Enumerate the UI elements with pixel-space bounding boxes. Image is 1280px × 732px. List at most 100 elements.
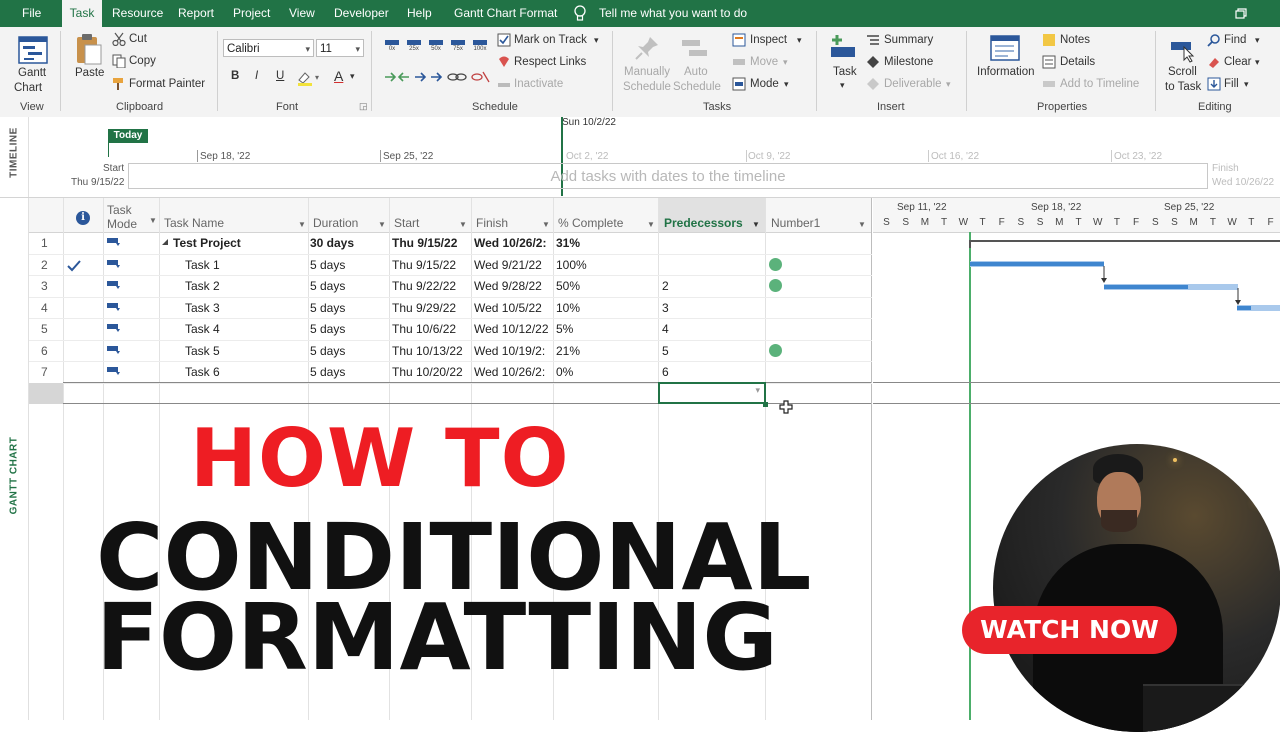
collapse-triangle-icon[interactable]: ◢ bbox=[162, 237, 168, 246]
fill-handle[interactable] bbox=[763, 402, 768, 407]
pct-25-button[interactable]: 25x bbox=[405, 38, 423, 56]
task-start[interactable]: Thu 10/13/22 bbox=[392, 344, 463, 358]
italic-button[interactable]: I bbox=[255, 70, 258, 82]
task-percent-complete[interactable]: 5% bbox=[556, 322, 573, 336]
row-id[interactable]: 7 bbox=[41, 365, 48, 379]
task-name[interactable]: Task 3 bbox=[185, 301, 220, 315]
chevron-down-icon: ▾ bbox=[946, 79, 951, 89]
task-finish[interactable]: Wed 10/5/22 bbox=[474, 301, 552, 315]
row-id[interactable]: 1 bbox=[41, 236, 48, 250]
task-finish[interactable]: Wed 10/12/22 bbox=[474, 322, 552, 336]
tab-view[interactable]: View bbox=[289, 0, 315, 27]
font-color-button[interactable]: A bbox=[334, 68, 343, 84]
task-name[interactable]: Task 1 bbox=[185, 258, 220, 272]
chevron-down-icon: ▾ bbox=[797, 35, 802, 45]
table-row[interactable]: 6 Task 5 5 days Thu 10/13/22 Wed 10/19/2: 21%… bbox=[29, 341, 872, 362]
task-duration[interactable]: 5 days bbox=[310, 279, 345, 293]
deliverable-icon bbox=[867, 78, 879, 90]
underline-button[interactable]: U bbox=[276, 70, 284, 82]
task-start[interactable]: Thu 9/29/22 bbox=[392, 301, 456, 315]
chevron-down-icon[interactable]: ▾ bbox=[755, 385, 760, 396]
task-percent-complete[interactable]: 31% bbox=[556, 236, 580, 250]
task-duration[interactable]: 5 days bbox=[310, 365, 345, 379]
tab-task[interactable]: Task bbox=[62, 0, 102, 27]
row-id[interactable]: 3 bbox=[41, 279, 48, 293]
font-family-select[interactable]: Calibri ▾ bbox=[223, 39, 314, 57]
task-start[interactable]: Thu 9/22/22 bbox=[392, 279, 456, 293]
task-percent-complete[interactable]: 50% bbox=[556, 279, 580, 293]
group-properties-label: Properties bbox=[1037, 101, 1088, 113]
table-row[interactable]: 4 Task 3 5 days Thu 9/29/22 Wed 10/5/22 10% 3 bbox=[29, 298, 872, 319]
restore-window-icon[interactable] bbox=[1235, 8, 1247, 19]
task-start[interactable]: Thu 9/15/22 bbox=[392, 236, 457, 250]
task-duration[interactable]: 5 days bbox=[310, 258, 345, 272]
task-start[interactable]: Thu 9/15/22 bbox=[392, 258, 456, 272]
task-name[interactable]: Test Project bbox=[173, 236, 241, 250]
pct-0-button[interactable]: 0x bbox=[383, 38, 401, 56]
task-percent-complete[interactable]: 10% bbox=[556, 301, 580, 315]
tab-help[interactable]: Help bbox=[407, 0, 432, 27]
tab-resource[interactable]: Resource bbox=[112, 0, 163, 27]
chart-label: Chart bbox=[14, 82, 43, 94]
pct-100-button[interactable]: 100x bbox=[471, 38, 489, 56]
task-duration[interactable]: 5 days bbox=[310, 301, 345, 315]
table-row[interactable]: 3 Task 2 5 days Thu 9/22/22 Wed 9/28/22 50% 2 bbox=[29, 276, 872, 298]
font-size-select[interactable]: 11 ▾ bbox=[316, 39, 364, 57]
presenter-beard bbox=[1101, 510, 1137, 532]
task-finish[interactable]: Wed 10/19/2: bbox=[474, 344, 552, 358]
summary-bar[interactable] bbox=[970, 240, 1280, 242]
task-label: Task bbox=[833, 66, 857, 78]
task-predecessors[interactable]: 5 bbox=[662, 344, 669, 358]
task-predecessors[interactable]: 6 bbox=[662, 365, 669, 379]
task-name[interactable]: Task 6 bbox=[185, 365, 220, 379]
info-column-icon[interactable]: i bbox=[76, 211, 90, 225]
task-percent-complete[interactable]: 0% bbox=[556, 365, 573, 379]
task-finish[interactable]: Wed 9/28/22 bbox=[474, 279, 552, 293]
task-finish[interactable]: Wed 10/26/2: bbox=[474, 365, 552, 379]
tab-gantt-chart-format[interactable]: Gantt Chart Format bbox=[454, 0, 557, 27]
table-row[interactable]: 2 Task 1 5 days Thu 9/15/22 Wed 9/21/22 100% bbox=[29, 255, 872, 276]
task-start[interactable]: Thu 10/20/22 bbox=[392, 365, 463, 379]
task-mode-header[interactable]: Task Mode bbox=[107, 203, 137, 237]
row-id[interactable]: 6 bbox=[41, 344, 48, 358]
tab-file[interactable]: File bbox=[22, 0, 41, 27]
task-duration[interactable]: 30 days bbox=[310, 236, 354, 250]
timeline-bar[interactable]: Add tasks with dates to the timeline bbox=[128, 163, 1208, 189]
highlight-color-button[interactable]: ▾ bbox=[296, 70, 322, 86]
task-predecessors[interactable]: 4 bbox=[662, 322, 669, 336]
presenter-video-circle[interactable] bbox=[993, 444, 1280, 732]
dialog-launcher-icon[interactable]: ◲ bbox=[359, 101, 368, 112]
predecessors-active-cell[interactable]: ▾ bbox=[658, 382, 766, 404]
task-finish[interactable]: Wed 9/21/22 bbox=[474, 258, 552, 272]
tab-project[interactable]: Project bbox=[233, 0, 270, 27]
row-id[interactable]: 4 bbox=[41, 301, 48, 315]
task-percent-complete[interactable]: 100% bbox=[556, 258, 587, 272]
task-name[interactable]: Task 5 bbox=[185, 344, 220, 358]
row-id[interactable]: 5 bbox=[41, 322, 48, 336]
watch-now-button[interactable]: WATCH NOW bbox=[962, 606, 1177, 654]
table-row[interactable]: 5 Task 4 5 days Thu 10/6/22 Wed 10/12/22 5% 4 bbox=[29, 319, 872, 341]
task-name[interactable]: Task 4 bbox=[185, 322, 220, 336]
task-finish[interactable]: Wed 10/26/2: bbox=[474, 236, 552, 250]
tab-report[interactable]: Report bbox=[178, 0, 214, 27]
task-start[interactable]: Thu 10/6/22 bbox=[392, 322, 456, 336]
table-row[interactable]: 7 Task 6 5 days Thu 10/20/22 Wed 10/26/2: 0% 6 bbox=[29, 362, 872, 384]
task-predecessors[interactable]: 3 bbox=[662, 301, 669, 315]
bold-button[interactable]: B bbox=[231, 70, 239, 82]
timeline-pane[interactable]: TIMELINE Today Sun 10/2/22 Sep 18, '22 S… bbox=[0, 117, 1280, 198]
schedule-link-icons[interactable] bbox=[383, 69, 493, 85]
task-duration[interactable]: 5 days bbox=[310, 344, 345, 358]
task-predecessors[interactable]: 2 bbox=[662, 279, 669, 293]
task-percent-complete[interactable]: 21% bbox=[556, 344, 580, 358]
row-header-selected[interactable] bbox=[29, 383, 63, 404]
auto-scheduled-icon bbox=[107, 345, 120, 354]
tell-me-search[interactable]: Tell me what you want to do bbox=[599, 0, 747, 27]
pct-50-button[interactable]: 50x bbox=[427, 38, 445, 56]
pct-75-button[interactable]: 75x bbox=[449, 38, 467, 56]
task-duration[interactable]: 5 days bbox=[310, 322, 345, 336]
row-id[interactable]: 2 bbox=[41, 258, 48, 272]
tab-developer[interactable]: Developer bbox=[334, 0, 389, 27]
predecessors-header[interactable]: Predecessors ▼ bbox=[658, 198, 765, 232]
table-row[interactable]: 1 ◢ Test Project 30 days Thu 9/15/22 Wed 10/2… bbox=[29, 233, 872, 255]
task-name[interactable]: Task 2 bbox=[185, 279, 220, 293]
